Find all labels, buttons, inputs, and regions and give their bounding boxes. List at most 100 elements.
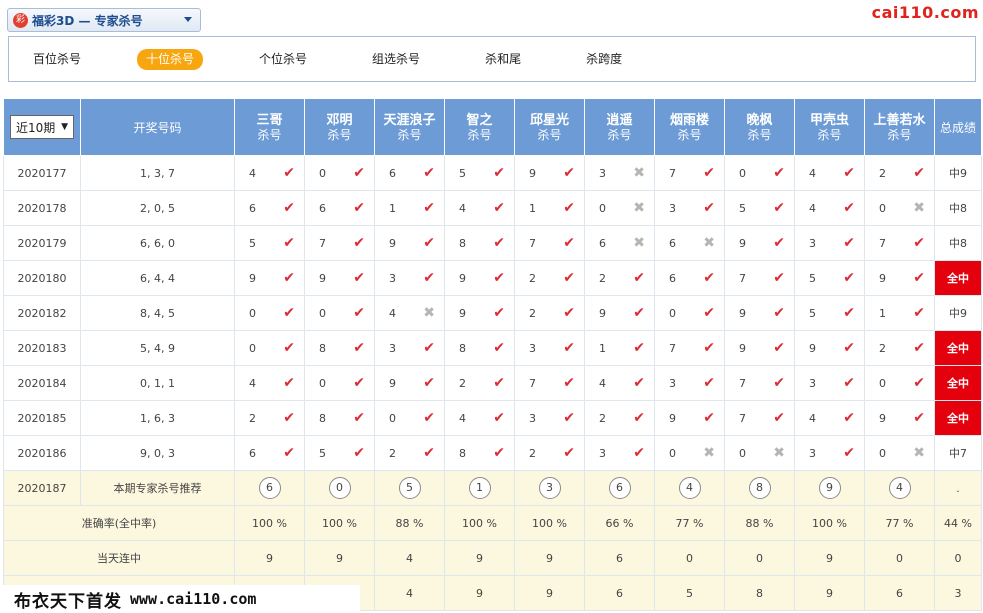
expert-header[interactable]: 烟雨楼 杀号 <box>654 98 725 156</box>
kill-type-tabs: 百位杀号 十位杀号 个位杀号 组选杀号 杀和尾 杀跨度 <box>8 36 976 82</box>
kill-cell-content: 1 ✔ <box>585 341 654 355</box>
kill-cell-content: 3 ✔ <box>375 271 444 285</box>
kill-cell: 2 ✔ <box>444 365 515 401</box>
kill-cell-content: 2 ✔ <box>515 306 584 320</box>
kill-number: 0 <box>879 201 886 215</box>
draw-number: 0, 1, 1 <box>80 365 235 401</box>
cross-icon: ✖ <box>913 445 925 461</box>
check-icon: ✔ <box>633 375 645 391</box>
draw-number-header: 开奖号码 <box>80 98 235 156</box>
expert-header[interactable]: 天涯浪子 杀号 <box>374 98 445 156</box>
expert-header[interactable]: 邓明 杀号 <box>304 98 375 156</box>
check-icon: ✔ <box>353 305 365 321</box>
expert-header[interactable]: 逍遥 杀号 <box>584 98 655 156</box>
kill-cell-content: 6 ✔ <box>235 446 304 460</box>
period-select[interactable]: 近10期 ▼ <box>10 115 74 139</box>
kill-cell-content: 0 ✔ <box>305 166 374 180</box>
kill-cell: 9 ✔ <box>374 365 445 401</box>
recommend-cell: 1 <box>444 470 515 506</box>
expert-header[interactable]: 上善若水 杀号 <box>864 98 935 156</box>
kill-cell: 5 ✔ <box>794 295 865 331</box>
expert-header[interactable]: 晚枫 杀号 <box>724 98 795 156</box>
kill-number: 1 <box>879 306 886 320</box>
check-icon: ✔ <box>423 340 435 356</box>
cross-icon: ✖ <box>633 235 645 251</box>
check-icon: ✔ <box>773 375 785 391</box>
check-icon: ✔ <box>493 270 505 286</box>
check-icon: ✔ <box>703 270 715 286</box>
total-result: 全中 <box>934 400 982 436</box>
check-icon: ✔ <box>633 340 645 356</box>
tab-1[interactable]: 百位杀号 <box>24 49 90 70</box>
lottery-logo-icon: 彩 <box>13 12 28 28</box>
lottery-type-select[interactable]: 彩 福彩3D — 专家杀号 <box>7 8 201 32</box>
expert-header[interactable]: 三哥 杀号 <box>234 98 305 156</box>
kill-cell-content: 0 ✔ <box>305 376 374 390</box>
expert-name: 邱星光 <box>529 112 569 128</box>
kill-cell: 8 ✔ <box>444 330 515 366</box>
check-icon: ✔ <box>843 340 855 356</box>
kill-number: 2 <box>249 411 256 425</box>
kill-cell-content: 7 ✔ <box>305 236 374 250</box>
tab-5[interactable]: 杀和尾 <box>476 49 530 70</box>
streak-row: 当天连中 9 9 4 9 9 6 0 0 9 0 0 <box>3 540 982 576</box>
kill-cell-content: 9 ✔ <box>445 271 514 285</box>
tab-4[interactable]: 组选杀号 <box>363 49 429 70</box>
kill-cell-content: 2 ✔ <box>585 271 654 285</box>
kill-cell-content: 6 ✔ <box>305 201 374 215</box>
recommend-row: 2020187 本期专家杀号推荐 6 0 5 1 3 6 4 8 9 4. <box>3 470 982 506</box>
stat-total: 0 <box>934 540 982 576</box>
check-icon: ✔ <box>493 200 505 216</box>
kill-number: 7 <box>529 376 536 390</box>
expert-name: 逍遥 <box>606 112 633 128</box>
kill-number: 4 <box>599 376 606 390</box>
kill-number: 3 <box>809 446 816 460</box>
kill-cell: 9 ✔ <box>584 295 655 331</box>
check-icon: ✔ <box>703 410 715 426</box>
expert-name: 智之 <box>466 112 493 128</box>
kill-cell: 9 ✔ <box>304 260 375 296</box>
kill-cell: 0 ✔ <box>304 155 375 191</box>
cross-icon: ✖ <box>703 235 715 251</box>
cross-icon: ✖ <box>773 445 785 461</box>
kill-cell: 4 ✔ <box>234 155 305 191</box>
kill-number: 3 <box>599 166 606 180</box>
kill-cell: 7 ✔ <box>724 365 795 401</box>
kill-number: 2 <box>459 376 466 390</box>
kill-cell: 7 ✔ <box>514 225 585 261</box>
kill-cell: 4 ✔ <box>794 155 865 191</box>
check-icon: ✔ <box>633 305 645 321</box>
check-icon: ✔ <box>493 445 505 461</box>
table-row: 2020183 5, 4, 9 0 ✔ 8 ✔ 3 ✔ 8 ✔ 3 ✔ 1 ✔ 7 ✔ 9 ✔ 9 ✔ 2 ✔ 全中 <box>3 330 982 366</box>
recommend-total: . <box>934 470 982 506</box>
expert-header[interactable]: 智之 杀号 <box>444 98 515 156</box>
kill-cell: 8 ✔ <box>304 400 375 436</box>
site-logo[interactable]: cai110.com <box>872 3 979 22</box>
kill-number: 4 <box>249 166 256 180</box>
expert-sub-label: 杀号 <box>887 127 912 142</box>
tab-3[interactable]: 个位杀号 <box>250 49 316 70</box>
kill-cell-content: 0 ✔ <box>655 306 724 320</box>
check-icon: ✔ <box>493 340 505 356</box>
kill-number: 9 <box>459 306 466 320</box>
check-icon: ✔ <box>423 445 435 461</box>
kill-cell-content: 5 ✔ <box>445 166 514 180</box>
kill-number: 3 <box>529 341 536 355</box>
kill-cell-content: 7 ✔ <box>725 411 794 425</box>
expert-header[interactable]: 甲壳虫 杀号 <box>794 98 865 156</box>
kill-cell: 9 ✔ <box>864 400 935 436</box>
kill-cell: 9 ✔ <box>864 260 935 296</box>
tab-6[interactable]: 杀跨度 <box>577 49 631 70</box>
kill-cell-content: 4 ✔ <box>235 166 304 180</box>
kill-cell-content: 9 ✔ <box>445 306 514 320</box>
kill-cell: 7 ✔ <box>724 260 795 296</box>
check-icon: ✔ <box>493 165 505 181</box>
kill-number: 6 <box>389 166 396 180</box>
expert-name: 天涯浪子 <box>383 112 436 128</box>
kill-cell-content: 0 ✖ <box>585 201 654 215</box>
tab-2[interactable]: 十位杀号 <box>137 48 204 70</box>
stat-value: 77 % <box>654 505 725 541</box>
check-icon: ✔ <box>283 340 295 356</box>
kill-cell: 5 ✔ <box>444 155 515 191</box>
expert-header[interactable]: 邱星光 杀号 <box>514 98 585 156</box>
